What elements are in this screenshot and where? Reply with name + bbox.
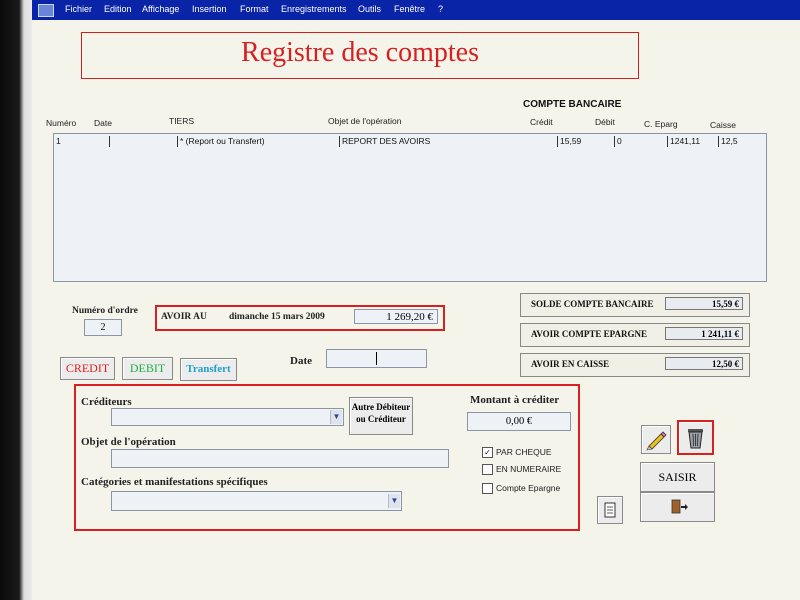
report-button[interactable] [597, 496, 623, 524]
autre-debiteur-button[interactable]: Autre Débiteur ou Créditeur [349, 397, 413, 435]
app-window: Fichier Edition Affichage Insertion Form… [32, 0, 800, 600]
entry-form-box: Créditeurs ▼ Autre Débiteur ou Créditeur… [74, 384, 580, 531]
objet-field[interactable] [111, 449, 449, 468]
edit-button[interactable] [641, 425, 671, 454]
credit-button[interactable]: CREDIT [60, 357, 115, 380]
objet-label: Objet de l'opération [81, 436, 176, 448]
par-cheque-checkbox[interactable]: ✓ [482, 447, 493, 458]
categories-combo[interactable]: ▼ [111, 491, 402, 511]
delete-button[interactable] [677, 420, 714, 455]
trash-icon [688, 429, 703, 449]
monitor-bezel [0, 0, 32, 600]
compte-epargne-label: Compte Epargne [496, 483, 561, 493]
order-label: Numéro d'ordre [72, 306, 138, 316]
page-title: Registre des comptes [241, 37, 479, 68]
col-cepargne: C. Eparg [644, 119, 678, 129]
col-objet: Objet de l'opération [328, 116, 402, 126]
avoir-caisse-value: 12,50 € [665, 357, 743, 370]
cell-debit: 0 [614, 136, 622, 147]
menu-bar: Fichier Edition Affichage Insertion Form… [32, 0, 800, 20]
cell-cepargne: 1241,11 [667, 136, 700, 147]
crediteurs-combo[interactable]: ▼ [111, 408, 344, 426]
avoir-amount-field: 1 269,20 € [354, 309, 438, 324]
compte-epargne-checkbox[interactable] [482, 483, 493, 494]
avoir-epargne-label: AVOIR COMPTE EPARGNE [531, 329, 647, 339]
par-cheque-label: PAR CHEQUE [496, 447, 552, 457]
app-icon [38, 4, 54, 17]
cell-numero: 1 [56, 136, 61, 146]
categories-label: Catégories et manifestations spécifiques [81, 476, 268, 488]
menu-enregistrements[interactable]: Enregistrements [281, 4, 347, 14]
avoir-caisse-label: AVOIR EN CAISSE [531, 359, 610, 369]
table-group-header: COMPTE BANCAIRE [523, 99, 622, 110]
transfert-button[interactable]: Transfert [180, 358, 237, 381]
exit-door-icon [671, 499, 688, 514]
avoir-epargne-box: AVOIR COMPTE EPARGNE 1 241,11 € [520, 323, 750, 347]
date-label: Date [290, 355, 312, 367]
menu-format[interactable]: Format [240, 4, 269, 14]
exit-button[interactable] [640, 492, 715, 522]
menu-affichage[interactable]: Affichage [142, 4, 179, 14]
menu-insertion[interactable]: Insertion [192, 4, 227, 14]
chevron-down-icon[interactable]: ▼ [330, 410, 342, 424]
text-cursor [376, 352, 377, 365]
title-box: Registre des comptes [81, 32, 639, 79]
chevron-down-icon[interactable]: ▼ [388, 494, 400, 508]
avoir-label: AVOIR AU [161, 312, 207, 322]
order-number-field[interactable]: 2 [84, 319, 122, 336]
cell-tiers: * (Report ou Transfert) [177, 136, 265, 147]
en-numeraire-checkbox[interactable] [482, 464, 493, 475]
menu-fichier[interactable]: Fichier [65, 4, 92, 14]
records-table[interactable]: 1 * (Report ou Transfert) REPORT DES AVO… [53, 133, 767, 282]
col-date: Date [94, 118, 112, 128]
col-tiers: TIERS [169, 116, 195, 126]
menu-help[interactable]: ? [438, 4, 443, 14]
cell-credit: 15,59 [557, 136, 581, 147]
saisir-button[interactable]: SAISIR [640, 462, 715, 492]
avoir-box: AVOIR AU dimanche 15 mars 2009 1 269,20 … [155, 305, 445, 331]
solde-bancaire-value: 15,59 € [665, 297, 743, 310]
col-caisse: Caisse [710, 120, 736, 130]
cell-objet: REPORT DES AVOIRS [339, 136, 430, 147]
date-field[interactable] [326, 349, 427, 368]
menu-outils[interactable]: Outils [358, 4, 381, 14]
col-debit: Débit [595, 117, 615, 127]
avoir-epargne-value: 1 241,11 € [665, 327, 743, 340]
debit-button[interactable]: DEBIT [122, 357, 173, 380]
col-credit: Crédit [530, 117, 553, 127]
avoir-caisse-box: AVOIR EN CAISSE 12,50 € [520, 353, 750, 377]
avoir-date: dimanche 15 mars 2009 [229, 312, 325, 322]
montant-field[interactable]: 0,00 € [467, 412, 571, 431]
crediteurs-label: Créditeurs [81, 396, 132, 408]
menu-fenetre[interactable]: Fenêtre [394, 4, 425, 14]
cell-caisse: 12,5 [718, 136, 738, 147]
solde-bancaire-label: SOLDE COMPTE BANCAIRE [531, 299, 654, 309]
montant-label: Montant à créditer [470, 394, 560, 406]
document-icon [604, 502, 616, 518]
menu-edition[interactable]: Edition [104, 4, 132, 14]
en-numeraire-label: EN NUMERAIRE [496, 464, 562, 474]
pencil-icon [646, 431, 667, 451]
cell-date [109, 136, 172, 147]
col-numero: Numéro [46, 118, 77, 128]
solde-bancaire-box: SOLDE COMPTE BANCAIRE 15,59 € [520, 293, 750, 317]
